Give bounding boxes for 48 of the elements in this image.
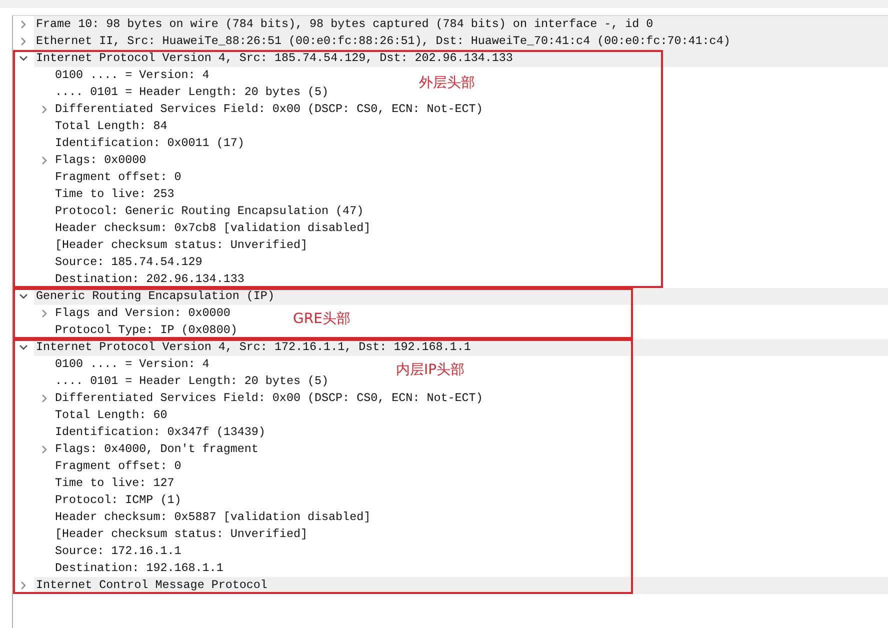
tree-item[interactable]: Time to live: 127 (55, 475, 174, 492)
chevron-right-icon[interactable] (40, 394, 49, 403)
tree-item[interactable]: Source: 185.74.54.129 (55, 254, 202, 271)
tree-item[interactable]: Protocol: Generic Routing Encapsulation (47) (55, 203, 364, 220)
tree-item[interactable]: Source: 172.16.1.1 (55, 543, 182, 560)
tree-item[interactable]: Frame 10: 98 bytes on wire (784 bits), 98 bytes captured (784 bits) on interface -, id 0 (34, 16, 888, 33)
chevron-down-icon[interactable] (19, 343, 28, 352)
tree-item[interactable]: Internet Control Message Protocol (34, 577, 888, 594)
chevron-right-icon[interactable] (19, 20, 28, 29)
tree-item[interactable]: Total Length: 60 (55, 407, 168, 424)
chevron-right-icon[interactable] (40, 309, 49, 318)
chevron-down-icon[interactable] (19, 54, 28, 63)
tree-item[interactable]: .... 0101 = Header Length: 20 bytes (5) (55, 373, 329, 390)
chevron-down-icon[interactable] (19, 292, 28, 301)
chevron-right-icon[interactable] (19, 581, 28, 590)
chevron-right-icon[interactable] (40, 445, 49, 454)
tree-item[interactable]: Flags and Version: 0x0000 (55, 305, 230, 322)
annotation-label: GRE头部 (293, 310, 350, 328)
tree-item[interactable]: 0100 .... = Version: 4 (55, 356, 210, 373)
annotation-label: 内层IP头部 (396, 361, 465, 379)
tree-item[interactable]: Fragment offset: 0 (55, 169, 182, 186)
tree-item[interactable]: Header checksum: 0x7cb8 [validation disabled] (55, 220, 371, 237)
tree-item[interactable]: Total Length: 84 (55, 118, 168, 135)
tree-item[interactable]: Protocol Type: IP (0x0800) (55, 322, 238, 339)
tree-item[interactable]: Time to live: 253 (55, 186, 174, 203)
tree-item[interactable]: Identification: 0x0011 (17) (55, 135, 244, 152)
tree-item[interactable]: .... 0101 = Header Length: 20 bytes (5) (55, 84, 329, 101)
tree-item[interactable]: Fragment offset: 0 (55, 458, 182, 475)
tree-item[interactable]: [Header checksum status: Unverified] (55, 237, 308, 254)
annotation-label: 外层头部 (419, 74, 475, 92)
tree-item[interactable]: Protocol: ICMP (1) (55, 492, 182, 509)
tree-item[interactable]: [Header checksum status: Unverified] (55, 526, 308, 543)
tree-item[interactable]: Flags: 0x4000, Don't fragment (55, 441, 258, 458)
tree-item[interactable]: Generic Routing Encapsulation (IP) (34, 288, 888, 305)
tree-item[interactable]: Internet Protocol Version 4, Src: 185.74.54.129, Dst: 202.96.134.133 (34, 50, 888, 67)
tree-item[interactable]: Flags: 0x0000 (55, 152, 146, 169)
tree-item[interactable]: Identification: 0x347f (13439) (55, 424, 266, 441)
tree-item[interactable]: Internet Protocol Version 4, Src: 172.16.1.1, Dst: 192.168.1.1 (34, 339, 888, 356)
tree-item[interactable]: Header checksum: 0x5887 [validation disabled] (55, 509, 371, 526)
tree-item[interactable]: Ethernet II, Src: HuaweiTe_88:26:51 (00:e0:fc:88:26:51), Dst: HuaweiTe_70:41:c4 (00:e0:fc:70:41:c4) (34, 33, 888, 50)
chevron-right-icon[interactable] (19, 37, 28, 46)
tree-item[interactable]: Differentiated Services Field: 0x00 (DSCP: CS0, ECN: Not-ECT) (55, 101, 483, 118)
tree-item[interactable]: Destination: 192.168.1.1 (55, 560, 224, 577)
tree-item[interactable]: Destination: 202.96.134.133 (55, 271, 244, 288)
chevron-right-icon[interactable] (40, 105, 49, 114)
tree-item[interactable]: Differentiated Services Field: 0x00 (DSCP: CS0, ECN: Not-ECT) (55, 390, 483, 407)
chevron-right-icon[interactable] (40, 156, 49, 165)
tree-item[interactable]: 0100 .... = Version: 4 (55, 67, 210, 84)
